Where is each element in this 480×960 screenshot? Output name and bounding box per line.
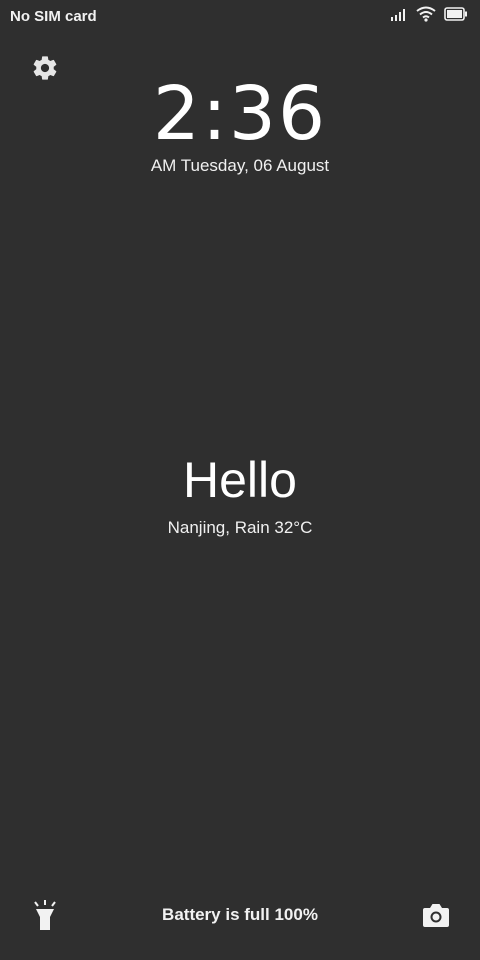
greeting-text: Hello: [183, 452, 297, 508]
clock-date: AM Tuesday, 06 August: [150, 156, 330, 175]
weather-text: Nanjing, Rain 32°C: [167, 518, 313, 537]
wifi-icon: [416, 6, 436, 22]
battery-status: Battery is full 100%: [162, 905, 318, 924]
clock-time: 2:36: [152, 71, 328, 157]
camera-icon[interactable]: [422, 902, 450, 928]
carrier-label: No SIM card: [10, 8, 97, 25]
signal-icon: [391, 9, 405, 21]
status-icons: [390, 6, 468, 22]
battery-icon: [444, 7, 467, 21]
status-bar: No SIM card: [0, 0, 480, 34]
lock-screen: No SIM card 2:36 AM Tuesday, 06 August H…: [0, 0, 480, 960]
